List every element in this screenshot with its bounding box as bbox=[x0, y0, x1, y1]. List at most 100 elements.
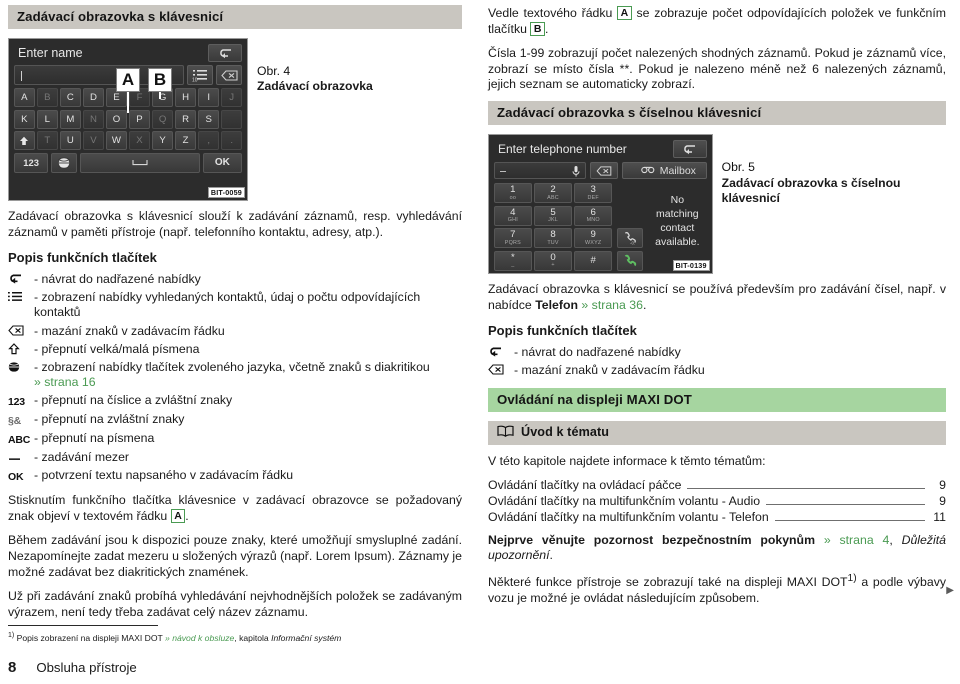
key-comma[interactable]: , bbox=[198, 131, 219, 150]
space-bar-icon[interactable] bbox=[79, 152, 201, 173]
numkey-4[interactable]: 4 GHI bbox=[494, 205, 532, 226]
key-P[interactable]: P bbox=[129, 109, 150, 129]
key-X[interactable]: X bbox=[129, 131, 150, 150]
fn-item-globe-text: - zobrazení nabídky tlačítek zvoleného j… bbox=[34, 359, 430, 374]
globe-icon bbox=[8, 360, 34, 373]
globe-icon[interactable] bbox=[50, 152, 78, 173]
numkey-6-sub: MNO bbox=[586, 217, 600, 224]
fn-item-shift-label: - přepnutí velká/malá písmena bbox=[34, 341, 200, 356]
numkey-7-sub: PQRS bbox=[504, 239, 521, 246]
key-O[interactable]: O bbox=[106, 109, 127, 129]
key-H[interactable]: H bbox=[175, 88, 196, 107]
key-R[interactable]: R bbox=[175, 109, 196, 129]
numkey-5[interactable]: 5 JKL bbox=[534, 205, 572, 226]
continuation-arrow-icon: ▶ bbox=[946, 585, 954, 596]
callout-b-box: B bbox=[148, 68, 172, 92]
key-Q[interactable]: Q bbox=[152, 109, 173, 129]
key-Y[interactable]: Y bbox=[152, 131, 173, 150]
return-arrow-icon bbox=[8, 272, 34, 284]
safety-xref[interactable]: » strana 4 bbox=[824, 533, 889, 547]
key-V[interactable]: V bbox=[83, 131, 104, 150]
paragraph-chapter-intro: V této kapitole najdete informace k těmt… bbox=[488, 453, 766, 468]
shift-arrow-icon[interactable] bbox=[14, 131, 35, 150]
numkey-4-sub: GHI bbox=[507, 217, 518, 224]
key-B[interactable]: B bbox=[37, 88, 58, 107]
list-icon[interactable]: 10 bbox=[187, 65, 213, 85]
numkey-9-sub: WXYZ bbox=[584, 239, 602, 246]
fn-item-return: - návrat do nadřazené nabídky bbox=[8, 272, 462, 288]
numkey-hash[interactable]: # bbox=[574, 250, 613, 271]
paragraph-counter-part3: . bbox=[544, 21, 549, 36]
key-I[interactable]: I bbox=[198, 88, 219, 107]
function-key-list-left: - návrat do nadřazené nabídky - zobrazen… bbox=[8, 272, 462, 485]
key-W[interactable]: W bbox=[106, 131, 127, 150]
key-T[interactable]: T bbox=[37, 131, 58, 150]
key-D[interactable]: D bbox=[83, 88, 104, 107]
function-keys-heading-right: Popis funkčních tlačítek bbox=[488, 323, 637, 339]
numkey-3[interactable]: 3 DEF bbox=[574, 183, 613, 204]
key-ok[interactable]: OK bbox=[202, 152, 242, 173]
backspace-icon bbox=[488, 363, 514, 375]
section-header-keyboard-screen: Zadávací obrazovka s klávesnicí bbox=[8, 5, 462, 29]
numkey-8[interactable]: 8 TUV bbox=[534, 228, 572, 249]
numkey-1-digit: 1 bbox=[510, 184, 516, 196]
key-C[interactable]: C bbox=[60, 88, 81, 107]
figure-bit-code: BIT-0059 bbox=[207, 187, 245, 198]
phone-hangup-icon[interactable]: -0. bbox=[617, 228, 643, 249]
space-glyph-icon bbox=[8, 450, 34, 462]
manual-page: Zadávací obrazovka s klávesnicí Enter na… bbox=[0, 0, 960, 684]
mailbox-button[interactable]: Mailbox bbox=[622, 162, 707, 180]
open-book-icon bbox=[497, 425, 514, 440]
figure-5-bit-code: BIT-0139 bbox=[672, 260, 710, 272]
backspace-icon[interactable] bbox=[216, 65, 242, 85]
numkey-star[interactable]: * _ bbox=[494, 250, 532, 271]
return-arrow-icon[interactable] bbox=[672, 140, 707, 159]
key-U[interactable]: U bbox=[60, 131, 81, 150]
numkey-7-digit: 7 bbox=[510, 229, 516, 241]
numkey-0[interactable]: 0 + bbox=[534, 250, 572, 271]
figure-4-title: Zadávací obrazovka bbox=[257, 79, 373, 94]
return-arrow-icon[interactable] bbox=[208, 44, 242, 62]
special-chars-glyph-icon: §& bbox=[8, 412, 34, 428]
numkey-7[interactable]: 7 PQRS bbox=[494, 228, 532, 249]
key-period[interactable]: . bbox=[221, 131, 242, 150]
numkey-0-sub: + bbox=[551, 262, 555, 269]
safety-end: . bbox=[549, 548, 553, 563]
fn-item-globe-xref[interactable]: » strana 16 bbox=[34, 375, 96, 389]
phone-number-input[interactable] bbox=[494, 162, 586, 181]
phone-call-icon[interactable] bbox=[617, 250, 643, 271]
numeric-screen-top: Enter telephone number bbox=[494, 140, 707, 159]
key-N[interactable]: N bbox=[83, 109, 104, 129]
toc-row[interactable]: Ovládání tlačítky na multifunkčním volan… bbox=[488, 510, 946, 524]
key-123[interactable]: 123 bbox=[14, 152, 49, 173]
fn-item-abc-label: - přepnutí na písmena bbox=[34, 431, 155, 446]
callout-b-leader bbox=[159, 91, 161, 99]
fn-item-return-right: - návrat do nadřazené nabídky bbox=[488, 345, 946, 361]
fn-item-delete-label: - mazání znaků v zadávacím řádku bbox=[34, 323, 225, 338]
input-placeholder-dash bbox=[500, 171, 506, 173]
numkey-1[interactable]: 1 oo bbox=[494, 183, 532, 204]
numkey-2[interactable]: 2 ABC bbox=[534, 183, 572, 204]
intro-paragraph: Zadávací obrazovka s klávesnicí slouží k… bbox=[8, 209, 462, 239]
key-L[interactable]: L bbox=[37, 109, 58, 129]
footnote-marker: 1) bbox=[8, 631, 15, 639]
figure-5-title: Zadávací obrazovka s číselnou klávesnicí bbox=[721, 175, 901, 206]
microphone-icon[interactable] bbox=[572, 165, 580, 181]
key-S[interactable]: S bbox=[198, 109, 219, 129]
key-K[interactable]: K bbox=[14, 109, 35, 129]
paragraph-usage-xref[interactable]: » strana 36 bbox=[581, 298, 643, 312]
key-A[interactable]: A bbox=[14, 88, 35, 107]
page-footer: 8 Obsluha přístroje bbox=[8, 659, 137, 676]
footnote-xref[interactable]: » návod k obsluze bbox=[165, 633, 234, 643]
fn-item-list-label: - zobrazení nabídky vyhledaných kontaktů… bbox=[34, 289, 421, 320]
numkey-9[interactable]: 9 WXYZ bbox=[574, 228, 613, 249]
paragraph-numeric-usage: Zadávací obrazovka s klávesnicí se použí… bbox=[488, 282, 946, 314]
key-Z[interactable]: Z bbox=[175, 131, 196, 150]
key-M[interactable]: M bbox=[60, 109, 81, 129]
123-glyph-icon: 123 bbox=[8, 393, 34, 409]
toc-row[interactable]: Ovládání tlačítky na multifunkčním volan… bbox=[488, 494, 946, 508]
backspace-icon[interactable] bbox=[590, 162, 618, 180]
numkey-6[interactable]: 6 MNO bbox=[574, 205, 613, 226]
key-J[interactable]: J bbox=[221, 88, 242, 107]
toc-row[interactable]: Ovládání tlačítky na ovládací páčce 9 bbox=[488, 478, 946, 492]
